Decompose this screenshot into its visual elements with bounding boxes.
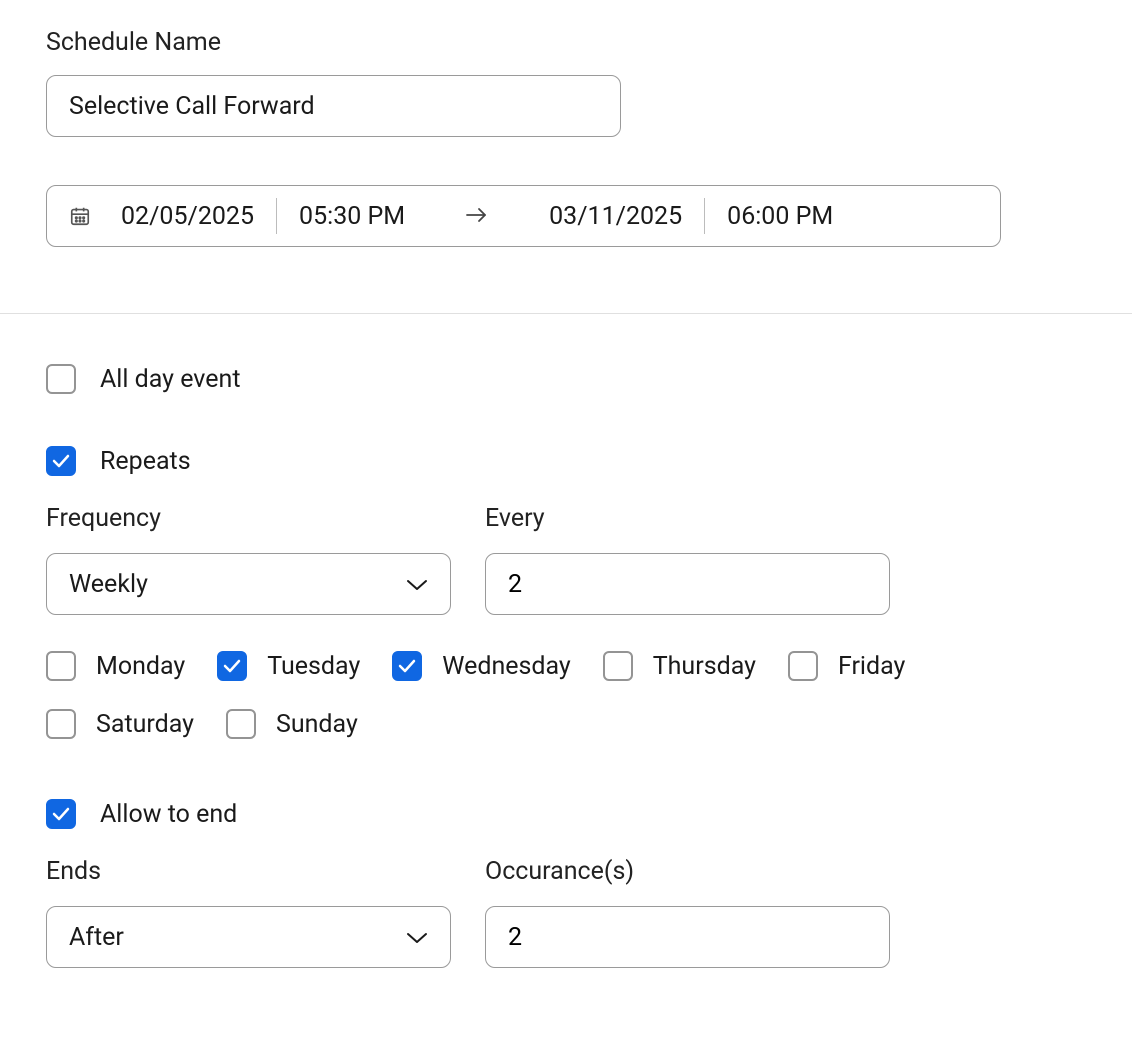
all-day-label: All day event xyxy=(100,365,241,394)
divider xyxy=(276,198,277,234)
every-label: Every xyxy=(485,504,890,533)
schedule-name-label: Schedule Name xyxy=(46,28,1086,57)
ends-select[interactable]: After xyxy=(46,906,451,968)
day-label: Monday xyxy=(96,652,185,681)
day-checkbox-wednesday[interactable] xyxy=(392,651,422,681)
all-day-checkbox[interactable] xyxy=(46,364,76,394)
every-input[interactable] xyxy=(485,553,890,615)
start-date-value[interactable]: 02/05/2025 xyxy=(121,202,254,231)
date-range-picker[interactable]: 02/05/2025 05:30 PM 03/11/2025 06:00 PM xyxy=(46,185,1001,247)
day-checkbox-thursday[interactable] xyxy=(603,651,633,681)
occurrences-label: Occurance(s) xyxy=(485,857,890,886)
chevron-down-icon xyxy=(406,923,428,952)
section-divider xyxy=(0,313,1132,314)
end-time-value[interactable]: 06:00 PM xyxy=(727,202,833,231)
chevron-down-icon xyxy=(406,570,428,599)
frequency-value: Weekly xyxy=(69,570,148,599)
repeats-label: Repeats xyxy=(100,447,191,476)
day-label: Thursday xyxy=(653,652,756,681)
day-label: Friday xyxy=(838,652,905,681)
day-checkbox-friday[interactable] xyxy=(788,651,818,681)
allow-end-checkbox[interactable] xyxy=(46,799,76,829)
day-checkbox-sunday[interactable] xyxy=(226,709,256,739)
start-time-value[interactable]: 05:30 PM xyxy=(299,202,405,231)
ends-value: After xyxy=(69,923,124,952)
days-of-week: Monday Tuesday Wednesday Thursday Friday… xyxy=(46,651,1046,739)
frequency-select[interactable]: Weekly xyxy=(46,553,451,615)
divider xyxy=(704,198,705,234)
day-label: Wednesday xyxy=(442,652,570,681)
ends-label: Ends xyxy=(46,857,451,886)
day-checkbox-monday[interactable] xyxy=(46,651,76,681)
end-date-value[interactable]: 03/11/2025 xyxy=(549,202,682,231)
allow-end-label: Allow to end xyxy=(100,800,237,829)
day-label: Tuesday xyxy=(267,652,360,681)
repeats-checkbox[interactable] xyxy=(46,446,76,476)
occurrences-input[interactable] xyxy=(485,906,890,968)
day-label: Saturday xyxy=(96,710,194,739)
frequency-label: Frequency xyxy=(46,504,451,533)
day-checkbox-saturday[interactable] xyxy=(46,709,76,739)
day-checkbox-tuesday[interactable] xyxy=(217,651,247,681)
calendar-icon xyxy=(69,205,91,227)
schedule-name-input[interactable] xyxy=(46,75,621,137)
arrow-right-icon xyxy=(465,202,489,231)
day-label: Sunday xyxy=(276,710,358,739)
